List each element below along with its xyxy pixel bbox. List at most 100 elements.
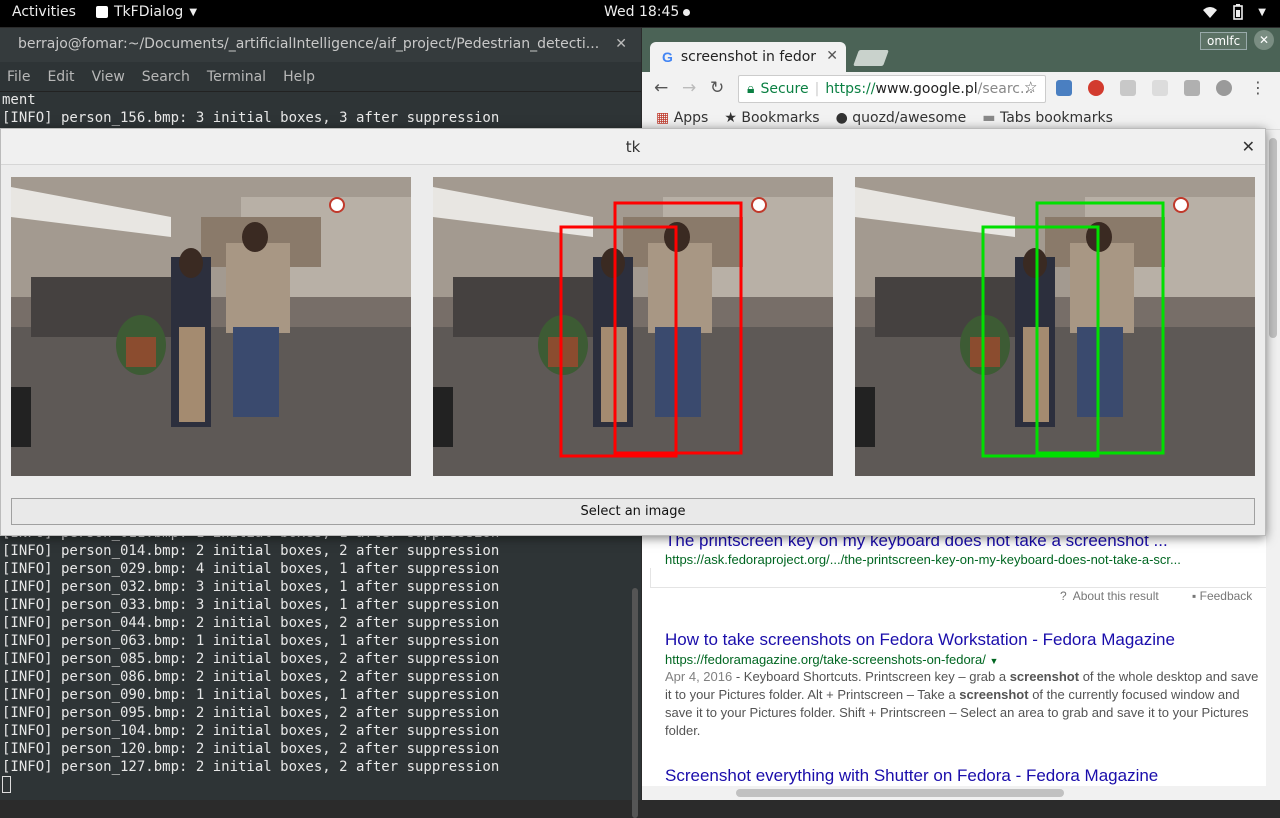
terminal-title: berrajo@fomar:~/Documents/_artificialInt… <box>18 36 598 52</box>
scrollbar-thumb[interactable] <box>1269 138 1277 338</box>
terminal-line: [INFO] person_086.bmp: 2 initial boxes, … <box>2 669 500 685</box>
bookmarks-bar: ▦ Apps ★ Bookmarks ● quozd/awesome ▬ Tab… <box>642 106 1280 130</box>
apps-grid-icon: ▦ <box>656 109 670 126</box>
menu-file[interactable]: File <box>7 69 30 85</box>
app-menu[interactable]: TkFDialog ▼ <box>96 4 197 20</box>
terminal-line: [INFO] person_085.bmp: 2 initial boxes, … <box>2 651 500 667</box>
terminal-line: [INFO] person_033.bmp: 3 initial boxes, … <box>2 597 500 613</box>
detections-image <box>433 177 833 476</box>
vertical-scrollbar[interactable] <box>1266 130 1280 786</box>
chrome-toolbar: ← → ↻ 🔒︎ Secure | https://www.google.pl/… <box>642 72 1280 106</box>
snippet-bold: screenshot <box>1009 669 1080 684</box>
battery-icon <box>1233 4 1244 20</box>
close-icon[interactable]: ✕ <box>615 36 627 52</box>
folder-icon: ▬ <box>982 109 996 126</box>
star-icon[interactable]: ☆ <box>1024 78 1037 96</box>
result-url: https://ask.fedoraproject.org/.../the-pr… <box>665 552 1181 567</box>
terminal-titlebar: berrajo@fomar:~/Documents/_artificialInt… <box>0 28 641 62</box>
bookmark-label: Tabs bookmarks <box>999 109 1113 126</box>
extension-icon[interactable] <box>1056 80 1072 96</box>
terminal-line: [INFO] person_063.bmp: 1 initial boxes, … <box>2 633 500 649</box>
scrollbar-thumb[interactable] <box>736 789 1064 797</box>
forward-arrow-icon[interactable]: → <box>682 78 696 98</box>
original-image <box>11 177 411 476</box>
terminal-line: [INFO] person_029.bmp: 4 initial boxes, … <box>2 561 500 577</box>
terminal-line: [INFO] person_156.bmp: 3 initial boxes, … <box>2 110 500 126</box>
tk-dialog: tk ✕ Select an image <box>0 128 1266 536</box>
about-result-label: About this result <box>1072 589 1159 603</box>
new-tab-button[interactable] <box>853 50 889 66</box>
terminal-line: [INFO] person_104.bmp: 2 initial boxes, … <box>2 723 500 739</box>
suppressed-image <box>855 177 1255 476</box>
result-snippet: Apr 4, 2016 - Keyboard Shortcuts. Prints… <box>665 669 1259 738</box>
horizontal-scrollbar[interactable] <box>642 786 1280 800</box>
clock[interactable]: Wed 18:45 <box>604 4 691 20</box>
app-menu-label: TkFDialog <box>114 4 184 20</box>
terminal-line: ment <box>2 92 36 108</box>
about-result-link[interactable]: ? About this result <box>1060 589 1159 603</box>
extension-icon[interactable] <box>1216 80 1232 96</box>
extension-icon[interactable] <box>1088 80 1104 96</box>
chevron-down-icon: ▼ <box>189 6 198 18</box>
select-image-button[interactable]: Select an image <box>11 498 1255 525</box>
notification-dot-icon <box>683 8 691 16</box>
result-date: Apr 4, 2016 <box>665 669 733 684</box>
reload-icon[interactable]: ↻ <box>710 78 724 98</box>
bookmark-quozd[interactable]: ● quozd/awesome <box>836 110 967 126</box>
terminal-line: [INFO] person_014.bmp: 2 initial boxes, … <box>2 543 500 559</box>
menu-view[interactable]: View <box>92 69 125 85</box>
google-favicon-icon: G <box>662 49 673 65</box>
dialog-title: tk <box>625 138 641 156</box>
terminal-scrollbar[interactable] <box>632 588 638 818</box>
app-icon <box>96 6 108 18</box>
bookmark-label: quozd/awesome <box>852 109 967 126</box>
menu-help[interactable]: Help <box>283 69 315 85</box>
chevron-down-icon[interactable]: ▼ <box>989 656 998 666</box>
bookmark-tabs[interactable]: ▬ Tabs bookmarks <box>982 110 1113 126</box>
help-icon: ? <box>1060 589 1067 603</box>
feedback-link[interactable]: ▪ Feedback <box>1192 589 1252 603</box>
street-photo <box>855 177 1255 476</box>
lock-icon: 🔒︎ <box>747 81 755 97</box>
terminal-cursor <box>2 776 11 793</box>
url-prefix: https:// <box>825 81 876 97</box>
street-photo <box>433 177 833 476</box>
separator: | <box>814 81 820 97</box>
more-menu-icon[interactable]: ⋮ <box>1250 78 1266 97</box>
result-url: https://fedoramagazine.org/take-screensh… <box>665 652 1265 667</box>
feedback-label: Feedback <box>1199 589 1253 603</box>
terminal-line: [INFO] person_120.bmp: 2 initial boxes, … <box>2 741 500 757</box>
back-arrow-icon[interactable]: ← <box>654 78 668 98</box>
menu-edit[interactable]: Edit <box>47 69 74 85</box>
system-tray[interactable]: ▼ <box>1202 4 1266 20</box>
activities-button[interactable]: Activities <box>12 4 76 20</box>
close-icon[interactable]: ✕ <box>826 48 838 64</box>
terminal-line: [INFO] person_044.bmp: 2 initial boxes, … <box>2 615 500 631</box>
github-icon: ● <box>835 109 848 126</box>
dropbox-icon[interactable] <box>1120 80 1136 96</box>
terminal-line: [INFO] person_032.bmp: 3 initial boxes, … <box>2 579 500 595</box>
menu-terminal[interactable]: Terminal <box>207 69 266 85</box>
bookmark-apps[interactable]: ▦ Apps <box>656 110 708 126</box>
bookmark-label: Apps <box>673 109 709 126</box>
tab-search[interactable]: G screenshot in fedora ✕ <box>650 42 846 72</box>
bookmark-bookmarks[interactable]: ★ Bookmarks <box>724 110 819 126</box>
feedback-icon: ▪ <box>1192 589 1197 603</box>
address-bar[interactable]: 🔒︎ Secure | https://www.google.pl/searc.… <box>738 75 1046 103</box>
close-icon[interactable]: ✕ <box>1242 137 1255 156</box>
extension-icon[interactable] <box>1152 80 1168 96</box>
terminal-line: [INFO] person_127.bmp: 2 initial boxes, … <box>2 759 500 775</box>
extension-icon[interactable] <box>1184 80 1200 96</box>
menu-search[interactable]: Search <box>142 69 190 85</box>
terminal-menubar: File Edit View Search Terminal Help <box>0 62 641 92</box>
clock-label: Wed 18:45 <box>604 4 680 20</box>
gnome-top-bar: Activities TkFDialog ▼ Wed 18:45 ▼ <box>0 0 1280 27</box>
result-title-link[interactable]: Screenshot everything with Shutter on Fe… <box>665 766 1265 786</box>
profile-button[interactable]: omlfc <box>1200 32 1248 50</box>
snippet-text: Keyboard Shortcuts. Printscreen key – gr… <box>743 669 1010 684</box>
dialog-titlebar: tk ✕ <box>1 129 1265 165</box>
tab-title: screenshot in fedora <box>680 49 817 65</box>
result-title-link[interactable]: How to take screenshots on Fedora Workst… <box>665 630 1265 650</box>
close-icon[interactable]: ✕ <box>1254 30 1274 50</box>
terminal-line: [INFO] person_090.bmp: 1 initial boxes, … <box>2 687 500 703</box>
